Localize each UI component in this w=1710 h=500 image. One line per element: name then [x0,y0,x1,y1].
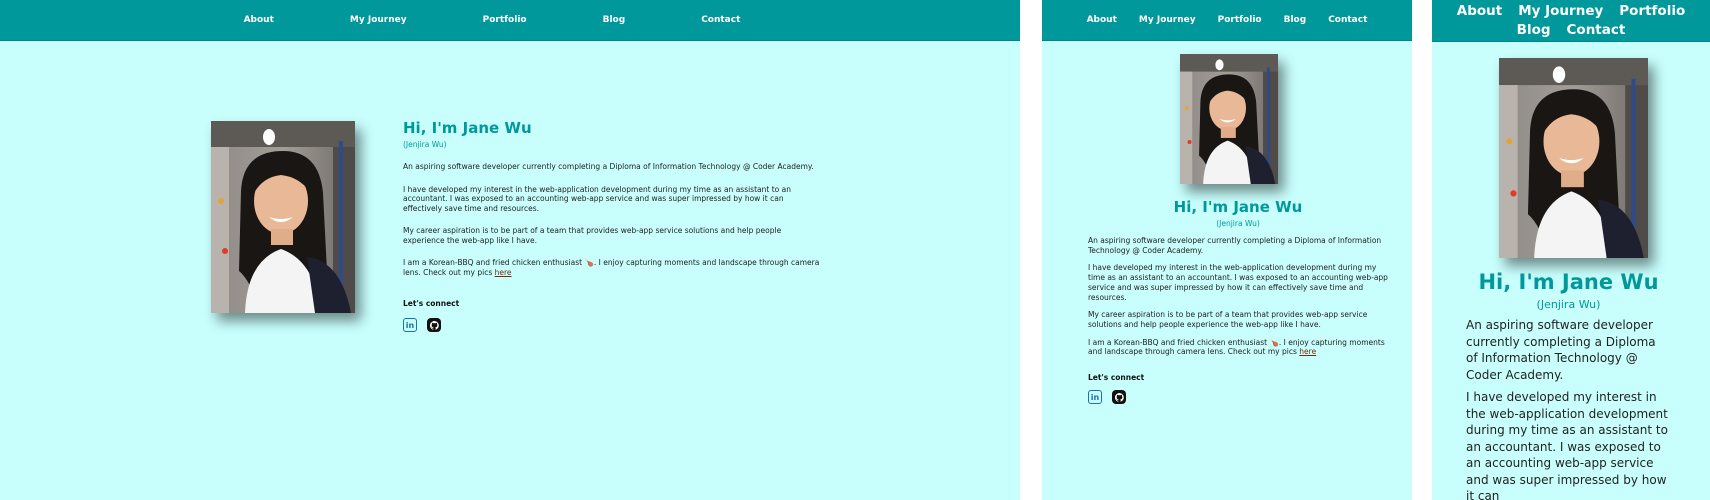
github-icon[interactable] [1112,390,1126,405]
alt-name: (Jenjira Wu) [403,140,447,149]
hobbies-paragraph: I am a Korean-BBQ and fried chicken enth… [403,258,823,277]
interest-paragraph: I have developed my interest in the web-… [403,184,791,213]
page-title: Hi, I'm Jane Wu [1173,198,1303,216]
interest-paragraph: I have developed my interest in the web-… [1088,263,1388,302]
alt-name: (Jenjira Wu) [1216,219,1260,228]
nav-blog[interactable]: Blog [1517,21,1551,40]
interest-paragraph: I have developed my interest in the web-… [1466,390,1668,500]
hobbies-text: I am a Korean-BBQ and fried chicken enth… [403,258,820,277]
aspiration-paragraph: My career aspiration is to be part of a … [403,226,782,245]
intro-paragraph: An aspiring software developer currently… [403,162,814,171]
nav-contact[interactable]: Contact [1567,21,1626,40]
page-title: Hi, I'm Jane Wu [1478,270,1659,294]
nav-portfolio[interactable]: Portfolio [483,15,527,25]
nav-portfolio[interactable]: Portfolio [1619,2,1685,21]
nav-portfolio[interactable]: Portfolio [1218,15,1262,25]
profile-photo [1499,58,1648,258]
top-nav: About My Journey Portfolio Blog Contact [0,0,1020,41]
nav-about[interactable]: About [1087,15,1117,25]
about-section: Hi, I'm Jane Wu (Jenjira Wu) An aspiring… [403,119,823,332]
linkedin-icon[interactable]: in [403,318,417,332]
top-nav: About My Journey Portfolio Blog Contact [1042,0,1412,41]
aspiration-paragraph: My career aspiration is to be part of a … [1088,310,1368,329]
page-title: Hi, I'm Jane Wu [403,119,532,137]
github-icon[interactable] [427,318,441,332]
hobbies-paragraph: I am a Korean-BBQ and fried chicken enth… [1088,338,1388,357]
nav-blog[interactable]: Blog [1284,15,1307,25]
nav-my-journey[interactable]: My Journey [1139,15,1196,25]
nav-about[interactable]: About [1457,2,1502,21]
about-section: Hi, I'm Jane Wu (Jenjira Wu) An aspiring… [1466,270,1671,500]
mobile-view: About My Journey Portfolio Blog Contact … [1432,0,1710,500]
nav-contact[interactable]: Contact [701,15,740,25]
about-section: Hi, I'm Jane Wu (Jenjira Wu) An aspiring… [1088,198,1388,405]
pics-link[interactable]: here [1299,347,1316,356]
nav-blog[interactable]: Blog [603,15,626,25]
linkedin-icon[interactable]: in [1088,390,1102,405]
tablet-view: About My Journey Portfolio Blog Contact … [1042,0,1412,500]
top-nav: About My Journey Portfolio Blog Contact [1432,0,1710,42]
social-links: in [403,318,823,332]
nav-my-journey[interactable]: My Journey [350,15,407,25]
connect-heading: Let's connect [403,299,460,308]
intro-paragraph: An aspiring software developer currently… [1088,236,1382,255]
connect-heading: Let's connect [1088,373,1145,383]
desktop-view: About My Journey Portfolio Blog Contact … [0,0,1020,500]
hobbies-text: I am a Korean-BBQ and fried chicken enth… [1088,337,1385,357]
profile-photo [1180,54,1278,184]
profile-photo [211,121,355,313]
alt-name: (Jenjira Wu) [1536,298,1601,311]
pics-link[interactable]: here [495,268,512,277]
nav-about[interactable]: About [244,15,274,25]
social-links: in [1088,390,1388,405]
nav-my-journey[interactable]: My Journey [1518,2,1603,21]
intro-paragraph: An aspiring software developer currently… [1466,318,1656,382]
nav-contact[interactable]: Contact [1328,15,1367,25]
